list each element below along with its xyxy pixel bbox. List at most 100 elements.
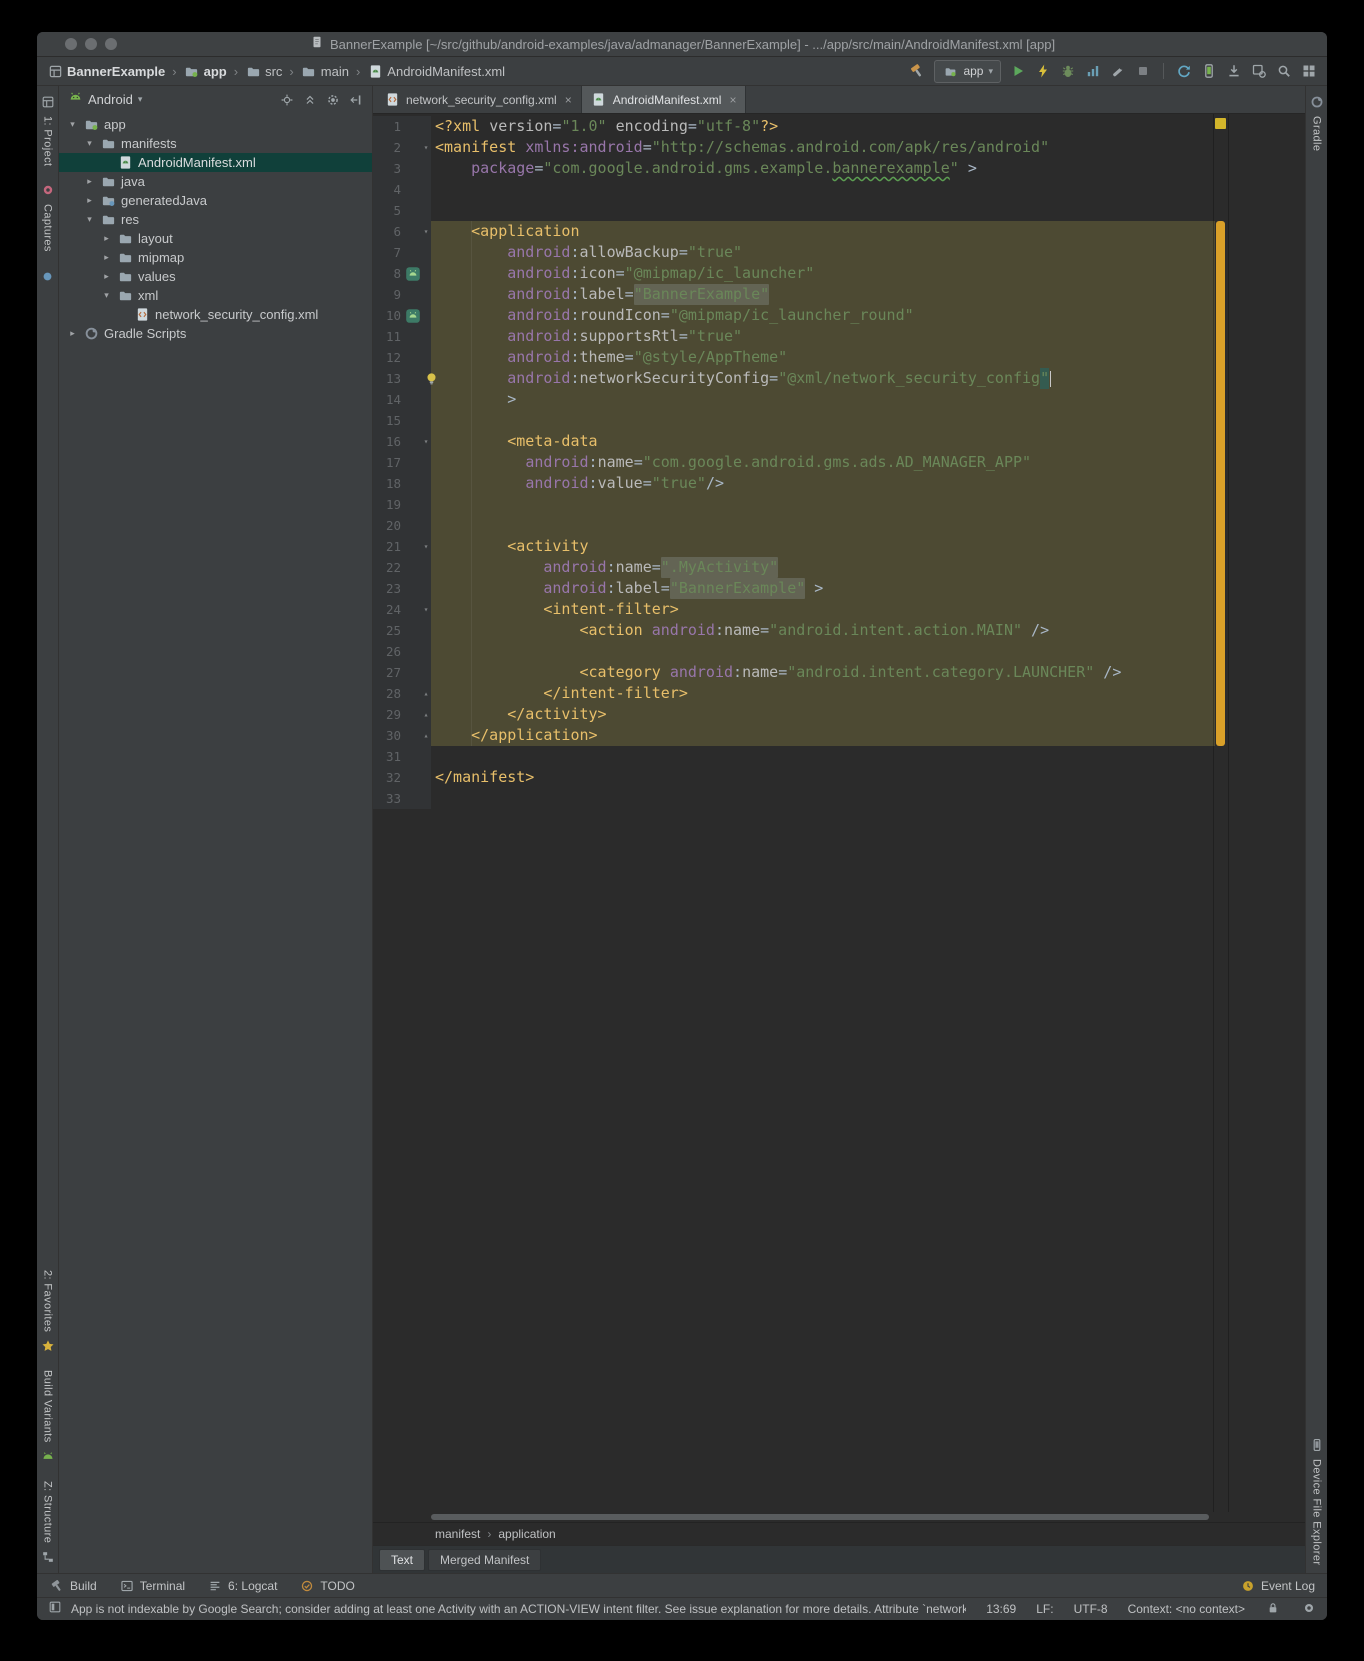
code-line-26[interactable]: 26 bbox=[373, 641, 1215, 662]
tree-row-generatedJava[interactable]: ▸generatedJava bbox=[59, 191, 372, 210]
hide-icon[interactable] bbox=[348, 92, 364, 108]
horizontal-scrollbar-thumb[interactable] bbox=[431, 1514, 1209, 1520]
code-text[interactable]: android:roundIcon="@mipmap/ic_launcher_r… bbox=[431, 305, 1215, 326]
tree-row-res[interactable]: ▾res bbox=[59, 210, 372, 229]
code-line-30[interactable]: 30▴ </application> bbox=[373, 725, 1215, 746]
code-text[interactable]: <manifest xmlns:android="http://schemas.… bbox=[431, 137, 1215, 158]
code-text[interactable] bbox=[431, 515, 1215, 536]
breadcrumb-item[interactable]: BannerExample bbox=[47, 63, 165, 79]
tree-row-java[interactable]: ▸java bbox=[59, 172, 372, 191]
code-line-7[interactable]: 7 android:allowBackup="true" bbox=[373, 242, 1215, 263]
code-text[interactable]: </activity> bbox=[431, 704, 1215, 725]
tool-window-button[interactable]: Gradle bbox=[1309, 94, 1325, 151]
code-line-1[interactable]: 1<?xml version="1.0" encoding="utf-8"?> bbox=[373, 116, 1215, 137]
device-blue-icon[interactable] bbox=[40, 268, 56, 284]
avd-manager-icon[interactable] bbox=[1201, 63, 1217, 79]
code-line-9[interactable]: 9 android:label="BannerExample" bbox=[373, 284, 1215, 305]
tree-expand-icon[interactable]: ▸ bbox=[101, 271, 112, 282]
code-line-12[interactable]: 12 android:theme="@style/AppTheme" bbox=[373, 347, 1215, 368]
run-icon[interactable] bbox=[1010, 63, 1026, 79]
code-line-17[interactable]: 17 android:name="com.google.android.gms.… bbox=[373, 452, 1215, 473]
gradle-sync-icon[interactable] bbox=[1176, 63, 1192, 79]
line-ending-indicator[interactable]: LF: bbox=[1036, 1602, 1053, 1616]
breadcrumb-item[interactable]: AndroidManifest.xml bbox=[367, 63, 505, 79]
hector-icon[interactable] bbox=[1301, 1600, 1317, 1616]
fold-marker-icon[interactable]: ▾ bbox=[421, 599, 431, 620]
code-line-32[interactable]: 32</manifest> bbox=[373, 767, 1215, 788]
code-line-14[interactable]: 14 > bbox=[373, 389, 1215, 410]
tree-row-mipmap[interactable]: ▸mipmap bbox=[59, 248, 372, 267]
code-line-8[interactable]: 8 android:icon="@mipmap/ic_launcher" bbox=[373, 263, 1215, 284]
run-configuration-select[interactable]: app▾ bbox=[934, 60, 1001, 83]
launcher-icon[interactable] bbox=[405, 308, 421, 324]
fold-marker-icon[interactable]: ▴ bbox=[421, 704, 431, 725]
code-line-23[interactable]: 23 android:label="BannerExample" > bbox=[373, 578, 1215, 599]
code-text[interactable]: <?xml version="1.0" encoding="utf-8"?> bbox=[431, 116, 1215, 137]
code-text[interactable]: <category android:name="android.intent.c… bbox=[431, 662, 1215, 683]
code-text[interactable]: android:value="true"/> bbox=[431, 473, 1215, 494]
caret-position[interactable]: 13:69 bbox=[986, 1602, 1016, 1616]
tree-row-app[interactable]: ▾app bbox=[59, 115, 372, 134]
code-text[interactable]: android:networkSecurityConfig="@xml/netw… bbox=[431, 368, 1215, 389]
breadcrumb-item[interactable]: app bbox=[184, 63, 227, 79]
code-text[interactable]: </application> bbox=[431, 725, 1215, 746]
fold-marker-icon[interactable]: ▴ bbox=[421, 683, 431, 704]
code-line-18[interactable]: 18 android:value="true"/> bbox=[373, 473, 1215, 494]
code-line-24[interactable]: 24▾ <intent-filter> bbox=[373, 599, 1215, 620]
error-stripe[interactable] bbox=[1213, 114, 1229, 1512]
fold-marker-icon[interactable]: ▾ bbox=[421, 431, 431, 452]
code-text[interactable]: </manifest> bbox=[431, 767, 1215, 788]
breadcrumb-item[interactable]: main bbox=[301, 63, 349, 79]
code-text[interactable] bbox=[431, 200, 1215, 221]
editor-breadcrumb-application[interactable]: application bbox=[498, 1527, 555, 1541]
code-text[interactable]: android:label="BannerExample" bbox=[431, 284, 1215, 305]
profile-icon[interactable] bbox=[1085, 63, 1101, 79]
code-text[interactable]: android:label="BannerExample" > bbox=[431, 578, 1215, 599]
make-project-icon[interactable] bbox=[909, 63, 925, 79]
code-line-10[interactable]: 10 android:roundIcon="@mipmap/ic_launche… bbox=[373, 305, 1215, 326]
lock-icon[interactable] bbox=[1265, 1600, 1281, 1616]
code-line-25[interactable]: 25 <action android:name="android.intent.… bbox=[373, 620, 1215, 641]
tool-window-button[interactable]: 2: Favorites bbox=[40, 1270, 56, 1354]
editor-tab-AndroidManifest.xml[interactable]: AndroidManifest.xml× bbox=[582, 86, 747, 113]
stop-icon[interactable] bbox=[1135, 63, 1151, 79]
debug-icon[interactable] bbox=[1060, 63, 1076, 79]
tree-expand-icon[interactable]: ▸ bbox=[101, 252, 112, 263]
collapse-all-icon[interactable] bbox=[302, 92, 318, 108]
code-text[interactable]: android:theme="@style/AppTheme" bbox=[431, 347, 1215, 368]
tree-row-AndroidManifest.xml[interactable]: AndroidManifest.xml bbox=[59, 153, 372, 172]
code-line-3[interactable]: 3 package="com.google.android.gms.exampl… bbox=[373, 158, 1215, 179]
code-line-27[interactable]: 27 <category android:name="android.inten… bbox=[373, 662, 1215, 683]
code-text[interactable]: > bbox=[431, 389, 1215, 410]
tree-expand-icon[interactable]: ▸ bbox=[67, 328, 78, 339]
tree-expand-icon[interactable]: ▾ bbox=[67, 119, 78, 130]
minimize-window-button[interactable] bbox=[85, 38, 97, 50]
layout-inspector-icon[interactable] bbox=[1251, 63, 1267, 79]
tree-row-values[interactable]: ▸values bbox=[59, 267, 372, 286]
launcher-icon[interactable] bbox=[405, 266, 421, 282]
tree-row-xml[interactable]: ▾xml bbox=[59, 286, 372, 305]
close-tab-icon[interactable]: × bbox=[729, 93, 736, 107]
code-text[interactable]: <meta-data bbox=[431, 431, 1215, 452]
code-line-28[interactable]: 28▴ </intent-filter> bbox=[373, 683, 1215, 704]
window-grid-icon[interactable] bbox=[1301, 63, 1317, 79]
code-text[interactable]: android:allowBackup="true" bbox=[431, 242, 1215, 263]
tool-window-button[interactable]: Captures bbox=[40, 182, 56, 252]
encoding-indicator[interactable]: UTF-8 bbox=[1074, 1602, 1108, 1616]
code-line-6[interactable]: 6▾ <application bbox=[373, 221, 1215, 242]
code-text[interactable]: android:supportsRtl="true" bbox=[431, 326, 1215, 347]
code-text[interactable] bbox=[431, 641, 1215, 662]
fold-marker-icon[interactable]: ▾ bbox=[421, 221, 431, 242]
tool-window-button-Terminal[interactable]: Terminal bbox=[119, 1578, 185, 1594]
highlight-stripe-marker[interactable] bbox=[1216, 221, 1225, 746]
zoom-window-button[interactable] bbox=[105, 38, 117, 50]
code-line-16[interactable]: 16▾ <meta-data bbox=[373, 431, 1215, 452]
editor[interactable]: 1<?xml version="1.0" encoding="utf-8"?> 2… bbox=[373, 114, 1305, 1512]
sdk-manager-icon[interactable] bbox=[1226, 63, 1242, 79]
view-tab-Text[interactable]: Text bbox=[379, 1549, 425, 1571]
code-pane[interactable]: 1<?xml version="1.0" encoding="utf-8"?> 2… bbox=[373, 114, 1215, 1512]
code-line-31[interactable]: 31 bbox=[373, 746, 1215, 767]
bulb-icon[interactable] bbox=[423, 371, 439, 387]
tree-expand-icon[interactable]: ▾ bbox=[84, 138, 95, 149]
tree-row-manifests[interactable]: ▾manifests bbox=[59, 134, 372, 153]
